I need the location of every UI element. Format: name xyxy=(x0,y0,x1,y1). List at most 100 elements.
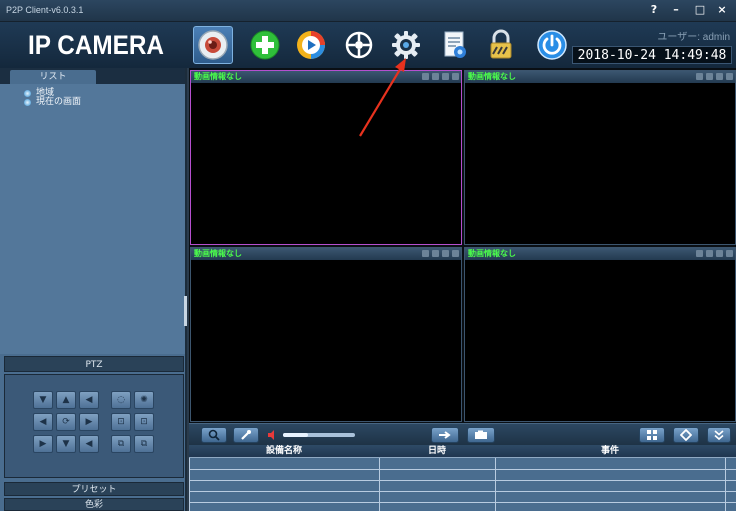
ptz-down-right-button[interactable]: ◀ xyxy=(79,435,99,453)
video-cell-2[interactable]: 動画情報なし xyxy=(464,70,736,245)
video-cell-3[interactable]: 動画情報なし xyxy=(190,247,462,422)
video-cell-status: 動画情報なし xyxy=(194,72,242,81)
video-cell-controls xyxy=(422,73,459,80)
screen-icon xyxy=(24,99,31,106)
video-cell-header: 動画情報なし xyxy=(465,248,735,260)
focus-far-button[interactable]: ✺ xyxy=(134,391,154,409)
ptz-header[interactable]: PTZ xyxy=(4,356,184,372)
help-button[interactable]: ? xyxy=(644,2,664,18)
iris-open-button[interactable]: ⧉ xyxy=(111,435,131,453)
zoom-in-button[interactable]: ⊡ xyxy=(111,413,131,431)
lock-icon xyxy=(490,29,512,59)
table-row[interactable] xyxy=(189,480,736,481)
audio-icon[interactable] xyxy=(432,250,439,257)
zoom-out-button[interactable]: ⊡ xyxy=(134,413,154,431)
video-area: 動画情報なし 動画情報なし 動画情報なし 動画情報なし xyxy=(189,68,736,423)
video-cell-controls xyxy=(696,250,733,257)
ptz-up-button[interactable]: ▲ xyxy=(56,391,76,409)
layout-grid-button[interactable] xyxy=(639,427,665,443)
video-cell-status: 動画情報なし xyxy=(468,72,516,81)
play-icon xyxy=(297,31,325,59)
tab-list[interactable]: リスト xyxy=(10,70,96,84)
arrow-right-icon xyxy=(439,431,451,439)
playback-button[interactable] xyxy=(291,26,331,64)
record-icon[interactable] xyxy=(716,73,723,80)
grid-line xyxy=(725,458,726,511)
title-bar: P2P Client-v6.0.3.1 ? – □ × xyxy=(0,0,736,22)
snapshot-icon[interactable] xyxy=(696,73,703,80)
video-cell-1[interactable]: 動画情報なし xyxy=(190,70,462,245)
bottom-toolbar xyxy=(189,423,736,445)
maximize-button[interactable]: □ xyxy=(690,2,710,18)
steering-wheel-icon xyxy=(345,31,373,59)
color-header[interactable]: 色彩 xyxy=(4,498,184,511)
close-button[interactable]: × xyxy=(712,2,732,18)
talk-button[interactable] xyxy=(233,427,259,443)
grid-line xyxy=(495,458,496,511)
speaker-icon[interactable] xyxy=(267,429,279,441)
record-icon[interactable] xyxy=(442,73,449,80)
focus-near-button[interactable]: ◌ xyxy=(111,391,131,409)
ptz-down-button[interactable]: ▼ xyxy=(56,435,76,453)
settings-button[interactable] xyxy=(386,26,426,64)
minimize-button[interactable]: – xyxy=(666,2,686,18)
audio-icon[interactable] xyxy=(432,73,439,80)
device-tree: 地域 現在の画面 xyxy=(0,84,185,354)
splitter-handle[interactable] xyxy=(184,296,187,326)
audio-icon[interactable] xyxy=(706,250,713,257)
video-cell-controls xyxy=(422,250,459,257)
volume-slider[interactable] xyxy=(283,433,355,437)
layout-fit-button[interactable] xyxy=(673,427,699,443)
ptz-control-button[interactable] xyxy=(339,26,379,64)
cell-close-icon[interactable] xyxy=(726,250,733,257)
fullscreen-button[interactable] xyxy=(431,427,459,443)
video-cell-status: 動画情報なし xyxy=(194,249,242,258)
live-view-button[interactable] xyxy=(193,26,233,64)
snapshot-icon[interactable] xyxy=(422,73,429,80)
diamond-icon xyxy=(680,429,692,441)
record-icon[interactable] xyxy=(716,250,723,257)
ptz-right-button[interactable]: ▶ xyxy=(79,413,99,431)
table-row[interactable] xyxy=(189,502,736,503)
table-header: 設備名称 日時 事件 xyxy=(189,445,736,458)
ptz-home-button[interactable]: ⟳ xyxy=(56,413,76,431)
ptz-down-left-button[interactable]: ▶ xyxy=(33,435,53,453)
add-device-button[interactable] xyxy=(245,26,285,64)
event-table: 設備名称 日時 事件 xyxy=(189,445,736,511)
app-title: P2P Client-v6.0.3.1 xyxy=(6,5,84,15)
grid-line xyxy=(189,458,190,511)
cell-close-icon[interactable] xyxy=(452,250,459,257)
gear-icon xyxy=(392,31,420,59)
video-cell-4[interactable]: 動画情報なし xyxy=(464,247,736,422)
audio-icon[interactable] xyxy=(706,73,713,80)
ptz-up-left-button[interactable]: ▼ xyxy=(33,391,53,409)
tree-item-current-screen[interactable]: 現在の画面 xyxy=(36,97,81,107)
iris-close-button[interactable]: ⧉ xyxy=(134,435,154,453)
app-logo: IP CAMERA xyxy=(28,30,164,60)
power-button[interactable] xyxy=(532,26,572,64)
snapshot-icon[interactable] xyxy=(696,250,703,257)
power-icon xyxy=(537,30,567,60)
volume-level xyxy=(283,433,309,437)
column-device-name[interactable]: 設備名称 xyxy=(189,445,379,458)
cell-close-icon[interactable] xyxy=(726,73,733,80)
collapse-button[interactable] xyxy=(707,427,731,443)
table-row[interactable] xyxy=(189,491,736,492)
region-icon xyxy=(24,90,31,97)
lock-button[interactable] xyxy=(481,26,521,64)
search-button[interactable] xyxy=(201,427,227,443)
preset-header[interactable]: プリセット xyxy=(4,482,184,496)
record-icon[interactable] xyxy=(442,250,449,257)
ptz-left-button[interactable]: ◀ xyxy=(33,413,53,431)
column-datetime[interactable]: 日時 xyxy=(379,445,495,458)
cell-close-icon[interactable] xyxy=(452,73,459,80)
add-icon xyxy=(250,30,280,60)
ptz-up-right-button[interactable]: ◀ xyxy=(79,391,99,409)
snapshot-icon[interactable] xyxy=(422,250,429,257)
table-row[interactable] xyxy=(189,469,736,470)
capture-button[interactable] xyxy=(467,427,495,443)
column-event[interactable]: 事件 xyxy=(495,445,725,458)
ptz-pad: ▼ ▲ ◀ ◀ ⟳ ▶ ▶ ▼ ◀ ◌ ✺ ⊡ ⊡ ⧉ ⧉ xyxy=(4,374,184,478)
video-cell-header: 動画情報なし xyxy=(191,71,461,83)
log-button[interactable] xyxy=(435,26,475,64)
